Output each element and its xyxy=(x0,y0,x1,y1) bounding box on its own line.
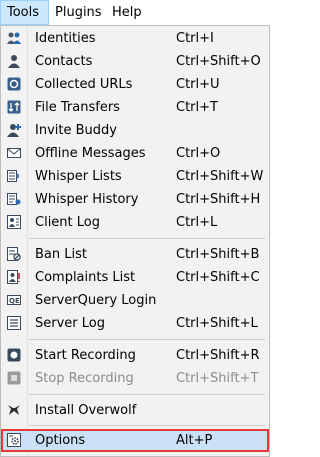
ban-list-icon xyxy=(7,247,21,261)
menu-separator xyxy=(29,425,265,426)
menu-item-label: Client Log xyxy=(35,215,100,230)
menu-item-serverquery-login[interactable]: QE ServerQuery Login xyxy=(1,289,269,312)
menu-item-shortcut: Ctrl+Shift+C xyxy=(176,270,260,285)
overwolf-icon xyxy=(7,403,21,417)
menu-separator xyxy=(29,238,265,239)
svg-text:QE: QE xyxy=(9,297,20,305)
menu-item-file-transfers[interactable]: File Transfers Ctrl+T xyxy=(1,96,269,119)
menu-help-label: Help xyxy=(112,5,142,20)
menu-item-shortcut: Ctrl+Shift+R xyxy=(176,348,260,363)
menu-item-label: Whisper History xyxy=(35,192,139,207)
options-icon xyxy=(7,433,21,447)
menu-item-invite-buddy[interactable]: Invite Buddy xyxy=(1,119,269,142)
menu-item-shortcut: Ctrl+I xyxy=(176,31,214,46)
menu-item-shortcut: Ctrl+Shift+O xyxy=(176,54,261,69)
menu-item-whisper-history[interactable]: Whisper History Ctrl+Shift+H xyxy=(1,188,269,211)
menu-item-label: Invite Buddy xyxy=(35,123,117,138)
contacts-icon xyxy=(7,54,21,68)
menu-item-shortcut: Alt+P xyxy=(176,433,213,448)
menu-item-shortcut: Ctrl+Shift+B xyxy=(176,247,260,262)
menu-item-shortcut: Ctrl+Shift+L xyxy=(176,316,258,331)
menu-item-label: Whisper Lists xyxy=(35,169,122,184)
menu-item-label: File Transfers xyxy=(35,100,120,115)
menu-item-label: Server Log xyxy=(35,316,105,331)
menu-item-label: ServerQuery Login xyxy=(35,293,157,308)
complaints-icon xyxy=(7,270,21,284)
menu-item-label: Complaints List xyxy=(35,270,136,285)
menu-item-stop-recording: Stop Recording Ctrl+Shift+T xyxy=(1,367,269,390)
menu-item-shortcut: Ctrl+L xyxy=(176,215,218,230)
menu-item-label: Identities xyxy=(35,31,96,46)
menu-separator xyxy=(29,394,265,395)
menu-item-collected-urls[interactable]: Collected URLs Ctrl+U xyxy=(1,73,269,96)
file-transfer-icon xyxy=(7,100,21,114)
menu-plugins-label: Plugins xyxy=(55,5,102,20)
menu-item-offline-messages[interactable]: Offline Messages Ctrl+O xyxy=(1,142,269,165)
menu-item-shortcut: Ctrl+O xyxy=(176,146,221,161)
menu-tools-label: Tools xyxy=(7,5,40,20)
menu-item-start-recording[interactable]: Start Recording Ctrl+Shift+R xyxy=(1,344,269,367)
url-icon xyxy=(7,77,21,91)
client-log-icon xyxy=(7,215,21,229)
envelope-icon xyxy=(7,146,21,160)
identities-icon xyxy=(7,31,21,45)
menu-plugins[interactable]: Plugins xyxy=(49,0,106,25)
menu-item-label: Stop Recording xyxy=(35,371,134,386)
menu-item-install-overwolf[interactable]: Install Overwolf xyxy=(1,399,269,422)
menu-item-shortcut: Ctrl+T xyxy=(176,100,218,115)
menu-item-identities[interactable]: Identities Ctrl+I xyxy=(1,27,269,50)
menu-separator xyxy=(29,339,265,340)
menu-item-label: Contacts xyxy=(35,54,93,69)
whisper-lists-icon xyxy=(7,169,21,183)
menu-item-shortcut: Ctrl+U xyxy=(176,77,220,92)
menu-item-shortcut: Ctrl+Shift+T xyxy=(176,371,259,386)
menu-item-ban-list[interactable]: Ban List Ctrl+Shift+B xyxy=(1,243,269,266)
menu-item-shortcut: Ctrl+Shift+W xyxy=(176,169,264,184)
menu-item-server-log[interactable]: Server Log Ctrl+Shift+L xyxy=(1,312,269,335)
menu-tools[interactable]: Tools xyxy=(0,0,49,25)
whisper-history-icon xyxy=(7,192,21,206)
server-log-icon xyxy=(7,316,21,330)
menu-bar: Tools Plugins Help xyxy=(0,0,270,25)
tools-dropdown-menu: Identities Ctrl+I Contacts Ctrl+Shift+O … xyxy=(0,25,270,457)
stop-icon xyxy=(7,371,21,385)
invite-buddy-icon xyxy=(7,123,21,137)
menu-item-client-log[interactable]: Client Log Ctrl+L xyxy=(1,211,269,234)
menu-item-whisper-lists[interactable]: Whisper Lists Ctrl+Shift+W xyxy=(1,165,269,188)
menu-item-options[interactable]: Options Alt+P xyxy=(1,429,269,452)
menu-item-label: Install Overwolf xyxy=(35,403,137,418)
menu-help[interactable]: Help xyxy=(106,0,148,25)
menu-item-label: Options xyxy=(35,433,86,448)
menu-item-complaints-list[interactable]: Complaints List Ctrl+Shift+C xyxy=(1,266,269,289)
menu-item-label: Collected URLs xyxy=(35,77,133,92)
serverquery-icon: QE xyxy=(7,293,21,307)
menu-item-label: Start Recording xyxy=(35,348,136,363)
menu-item-label: Ban List xyxy=(35,247,87,262)
record-icon xyxy=(7,348,21,362)
menu-item-label: Offline Messages xyxy=(35,146,146,161)
menu-item-contacts[interactable]: Contacts Ctrl+Shift+O xyxy=(1,50,269,73)
menu-item-shortcut: Ctrl+Shift+H xyxy=(176,192,261,207)
